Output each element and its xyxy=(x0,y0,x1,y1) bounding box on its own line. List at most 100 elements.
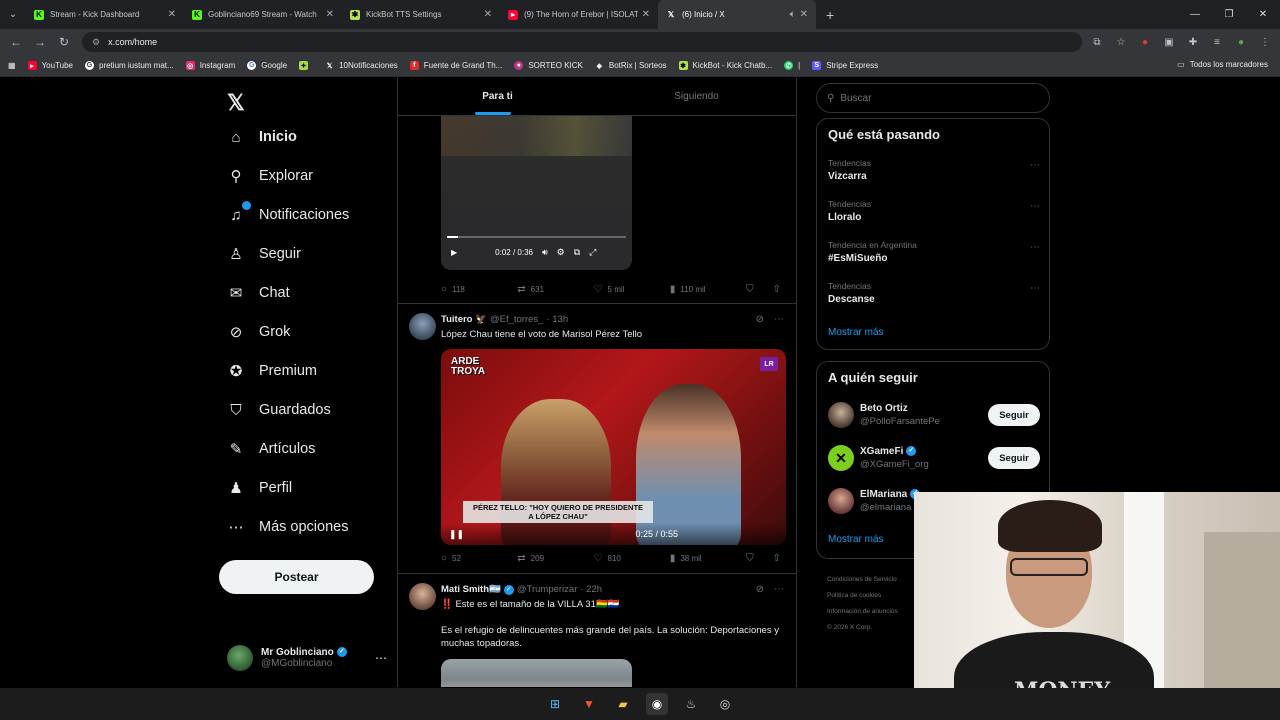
all-bookmarks[interactable]: ▭ Todos los marcadores xyxy=(1177,60,1268,69)
account-switcher[interactable]: Mr Goblinciano ✓ @MGoblinciano ⋯ xyxy=(227,643,387,673)
steam-icon[interactable]: ♨ xyxy=(680,693,702,715)
more-icon[interactable]: ⋯ xyxy=(774,314,784,325)
nav-item-articulos[interactable]: ✎ Artículos xyxy=(227,440,316,458)
search-input[interactable]: ⚲ Buscar xyxy=(816,83,1050,113)
more-icon[interactable]: ⋯ xyxy=(1030,201,1040,212)
show-more-link[interactable]: Mostrar más xyxy=(828,327,884,338)
post-image[interactable] xyxy=(441,659,632,687)
close-tab-icon[interactable]: ✕ xyxy=(326,9,334,20)
bookmark-button[interactable]: ⛉ xyxy=(746,553,759,564)
bookmark-item[interactable]: ● SORTEO KICK xyxy=(514,61,583,70)
close-window-icon[interactable]: ✕ xyxy=(1246,0,1280,29)
brave-icon[interactable]: ▼ xyxy=(578,693,600,715)
back-icon[interactable]: ← xyxy=(4,35,28,49)
bookmark-item[interactable]: ◎ Instagram xyxy=(185,61,235,70)
obs-icon[interactable]: ◎ xyxy=(714,693,736,715)
more-icon[interactable]: ⋯ xyxy=(1030,160,1040,171)
bookmark-button[interactable]: ⛉ xyxy=(746,284,759,295)
star-icon[interactable]: ☆ xyxy=(1114,35,1128,49)
author-name[interactable]: Mati Smith🇦🇷 xyxy=(441,584,501,595)
post-time[interactable]: · 22h xyxy=(580,584,602,595)
grok-icon[interactable]: ⊘ xyxy=(756,584,764,595)
nav-item-explorar[interactable]: ⚲ Explorar xyxy=(227,167,314,185)
author-name[interactable]: Tuitero 🦅 xyxy=(441,314,487,325)
share-button[interactable]: ⇧ xyxy=(773,284,786,295)
close-tab-icon[interactable]: ✕ xyxy=(484,9,492,20)
footer-link[interactable]: Información de anuncios xyxy=(827,604,917,620)
post-button[interactable]: Postear xyxy=(219,560,374,594)
menu-icon[interactable]: ⋮ xyxy=(1258,35,1272,49)
fullscreen-icon[interactable]: ⤢ xyxy=(589,247,596,258)
minimize-icon[interactable]: — xyxy=(1178,0,1212,29)
site-info-icon[interactable]: ⚙ xyxy=(92,37,100,48)
apps-icon[interactable]: ▦ xyxy=(8,61,16,70)
browser-tab[interactable]: K Goblinciano69 Stream - Watch ✕ xyxy=(184,0,342,29)
nav-item-notificaciones[interactable]: ♫ Notificaciones xyxy=(227,201,349,224)
bookmark-item[interactable]: ✦ xyxy=(299,61,313,70)
views-button[interactable]: ▮ 38 mil xyxy=(670,553,746,564)
author-handle[interactable]: @Ef_torres_ xyxy=(490,314,543,325)
speaker-icon[interactable]: 🔈︎ xyxy=(790,9,796,20)
puzzle-icon[interactable]: ✚ xyxy=(1186,35,1200,49)
browser-tab[interactable]: ✱ KickBot TTS Settings ✕ xyxy=(342,0,500,29)
follow-suggestion[interactable]: Beto Ortiz @PolloFarsantePe Seguir xyxy=(828,400,1040,430)
post-video[interactable]: ARDE TROYA LR PÉREZ TELLO: "HOY QUIERO DE… xyxy=(441,349,786,545)
url-bar[interactable]: ⚙ x.com/home xyxy=(82,32,1082,52)
close-tab-icon[interactable]: ✕ xyxy=(642,9,650,20)
post-time[interactable]: · 13h xyxy=(546,314,568,325)
tab-para-ti[interactable]: Para ti xyxy=(398,78,597,115)
bookmark-item[interactable]: ◆ BotRix | Sorteos xyxy=(595,61,667,70)
restore-icon[interactable]: ❐ xyxy=(1212,0,1246,29)
footer-link[interactable]: Condiciones de Servicio xyxy=(827,572,917,588)
trend-item[interactable]: Tendencia en Argentina #EsMiSueño ⋯ xyxy=(828,240,1040,264)
trend-item[interactable]: Tendencias Lloralo ⋯ xyxy=(828,199,1040,223)
more-icon[interactable]: ⋯ xyxy=(1030,242,1040,253)
more-icon[interactable]: ⋯ xyxy=(774,584,784,595)
chrome-icon[interactable]: ◉ xyxy=(646,693,668,715)
nav-item-chat[interactable]: ✉ Chat xyxy=(227,284,290,302)
extension-icon[interactable]: ▣ xyxy=(1162,35,1176,49)
pip-icon[interactable]: ⧉ xyxy=(574,247,580,258)
tab-siguiendo[interactable]: Siguiendo xyxy=(597,78,796,115)
like-button[interactable]: ♡ 5 mil xyxy=(594,284,670,295)
close-tab-icon[interactable]: ✕ xyxy=(800,9,808,20)
bookmark-item[interactable]: S Stripe Express xyxy=(812,61,878,70)
like-button[interactable]: ♡ 810 xyxy=(594,553,670,564)
forward-icon[interactable]: → xyxy=(28,35,52,49)
footer-link[interactable]: Política de cookies xyxy=(827,588,917,604)
profile-avatar-icon[interactable]: ● xyxy=(1234,35,1248,49)
volume-icon[interactable]: 🔊︎ xyxy=(542,247,548,258)
repost-button[interactable]: ⇄ 209 xyxy=(517,553,593,564)
install-app-icon[interactable]: ⧉ xyxy=(1090,35,1104,49)
views-button[interactable]: ▮ 110 mil xyxy=(670,284,746,295)
browser-tab[interactable]: ▸ (9) The Horn of Erebor | ISOLAT ✕ xyxy=(500,0,658,29)
browser-tab[interactable]: K Stream - Kick Dashboard ✕ xyxy=(26,0,184,29)
bookmark-item[interactable]: ▸ YouTube xyxy=(27,61,73,70)
media-icon[interactable]: ≡ xyxy=(1210,35,1224,49)
repost-button[interactable]: ⇄ 631 xyxy=(517,284,593,295)
share-button[interactable]: ⇧ xyxy=(773,553,786,564)
author-handle[interactable]: @Trumperizar xyxy=(517,584,578,595)
bookmark-item[interactable]: 𝕏 10Notificaciones xyxy=(325,61,398,70)
more-icon[interactable]: ⋯ xyxy=(1030,283,1040,294)
nav-item-inicio[interactable]: ⌂ Inicio xyxy=(227,128,296,146)
grok-icon[interactable]: ⊘ xyxy=(756,314,764,325)
follow-button[interactable]: Seguir xyxy=(988,447,1040,469)
avatar[interactable] xyxy=(409,313,436,340)
follow-button[interactable]: Seguir xyxy=(988,404,1040,426)
windows-start-icon[interactable]: ⊞ xyxy=(544,693,566,715)
nav-item-premium[interactable]: ✪ Premium xyxy=(227,362,317,380)
reply-button[interactable]: ○ 52 xyxy=(441,553,517,564)
nav-item-perfil[interactable]: ♟ Perfil xyxy=(227,479,292,497)
reload-icon[interactable]: ↻ xyxy=(52,35,76,49)
show-more-link[interactable]: Mostrar más xyxy=(828,534,884,545)
play-icon[interactable]: ▶ xyxy=(451,248,457,257)
nav-item-mas-opciones[interactable]: ⋯ Más opciones xyxy=(227,518,349,536)
bookmark-item[interactable]: ✆ | xyxy=(784,61,800,70)
reply-button[interactable]: ○ 118 xyxy=(441,284,517,295)
nav-item-seguir[interactable]: ♙ Seguir xyxy=(227,245,301,263)
file-explorer-icon[interactable]: ▰ xyxy=(612,693,634,715)
trend-item[interactable]: Tendencias Descanse ⋯ xyxy=(828,281,1040,305)
x-logo-icon[interactable]: 𝕏 xyxy=(227,90,245,116)
nav-item-guardados[interactable]: ⛉ Guardados xyxy=(227,401,330,419)
